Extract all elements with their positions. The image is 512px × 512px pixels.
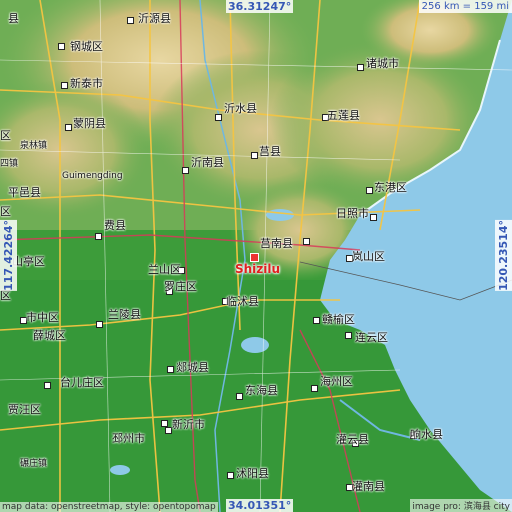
place-label: 东港区 bbox=[374, 181, 407, 194]
city-marker bbox=[215, 114, 222, 121]
place-label: 平邑县 bbox=[8, 186, 41, 199]
place-label: 新泰市 bbox=[70, 77, 103, 90]
credit-left: map data: openstreetmap, style: opentopo… bbox=[0, 502, 218, 512]
city-marker bbox=[357, 64, 364, 71]
place-label: 灌云县 bbox=[336, 433, 369, 446]
place-label: 市中区 bbox=[26, 311, 59, 324]
city-marker bbox=[182, 167, 189, 174]
city-marker bbox=[65, 124, 72, 131]
city-marker bbox=[167, 366, 174, 373]
place-label: 赣榆区 bbox=[322, 313, 355, 326]
place-label: 沭阳县 bbox=[236, 467, 269, 480]
place-label: 东海县 bbox=[245, 384, 278, 397]
place-label: 沂南县 bbox=[191, 156, 224, 169]
city-marker bbox=[345, 332, 352, 339]
place-label: 兰山区 bbox=[148, 263, 181, 276]
place-label: 费县 bbox=[104, 219, 126, 232]
city-marker bbox=[127, 17, 134, 24]
place-label: 钢城区 bbox=[70, 40, 103, 53]
place-label: 临沭县 bbox=[226, 295, 259, 308]
place-label: 灌南县 bbox=[352, 480, 385, 493]
city-marker bbox=[236, 393, 243, 400]
place-label: 泉林镇 bbox=[20, 141, 48, 151]
city-marker bbox=[58, 43, 65, 50]
city-marker bbox=[313, 317, 320, 324]
city-marker bbox=[161, 420, 168, 427]
location-marker[interactable] bbox=[250, 253, 259, 262]
place-label: 薛城区 bbox=[33, 329, 66, 342]
place-label: 县 bbox=[8, 12, 19, 25]
place-label: 区 bbox=[0, 289, 11, 302]
place-label: 郯城县 bbox=[176, 361, 209, 374]
location-label: Shizilu bbox=[235, 262, 281, 276]
place-label: 五莲县 bbox=[327, 109, 360, 122]
place-label: 贾汪区 bbox=[8, 403, 41, 416]
city-marker bbox=[303, 238, 310, 245]
city-marker bbox=[61, 82, 68, 89]
place-label: 区 bbox=[0, 129, 11, 142]
coord-right: 120.23514° bbox=[495, 220, 512, 291]
place-label: 日照市 bbox=[336, 207, 369, 220]
place-label: 诸城市 bbox=[366, 57, 399, 70]
place-label: 碾庄镇 bbox=[20, 459, 48, 469]
city-marker bbox=[366, 187, 373, 194]
map-view[interactable]: 沂源县 县 钢城区 诸城市 新泰市 沂水县 五莲县 蒙阴县 泉林镇 区 四镇 G… bbox=[0, 0, 512, 512]
city-marker bbox=[95, 233, 102, 240]
place-label: Guimengding bbox=[62, 171, 123, 181]
place-label: 连云区 bbox=[355, 331, 388, 344]
city-marker bbox=[227, 472, 234, 479]
city-marker bbox=[370, 214, 377, 221]
place-label: 蒙阴县 bbox=[73, 117, 106, 130]
coord-top: 36.31247° bbox=[226, 0, 294, 13]
place-label: 响水县 bbox=[410, 428, 443, 441]
coord-left: 117.42264° bbox=[0, 220, 17, 291]
coord-bottom: 34.01351° bbox=[226, 499, 294, 512]
place-label: 莒南县 bbox=[260, 237, 293, 250]
place-label: 四镇 bbox=[0, 159, 19, 169]
city-marker bbox=[251, 152, 258, 159]
place-label: 岚山区 bbox=[352, 250, 385, 263]
place-label: 海州区 bbox=[320, 375, 353, 388]
city-marker bbox=[311, 385, 318, 392]
scale-label: 256 km = 159 mi bbox=[418, 0, 512, 13]
city-marker bbox=[165, 427, 172, 434]
city-marker bbox=[96, 321, 103, 328]
place-label: 新沂市 bbox=[172, 418, 205, 431]
city-marker bbox=[44, 382, 51, 389]
place-label: 台儿庄区 bbox=[60, 376, 104, 389]
place-label: 莒县 bbox=[259, 145, 281, 158]
place-label: 沂源县 bbox=[138, 12, 171, 25]
place-label: 兰陵县 bbox=[108, 308, 141, 321]
place-label: 沂水县 bbox=[224, 102, 257, 115]
place-label: 邳州市 bbox=[112, 432, 145, 445]
place-label: 区 bbox=[0, 205, 11, 218]
place-label: 罗庄区 bbox=[164, 280, 197, 293]
credit-right: image pro: 滨海县 city bbox=[410, 499, 512, 512]
